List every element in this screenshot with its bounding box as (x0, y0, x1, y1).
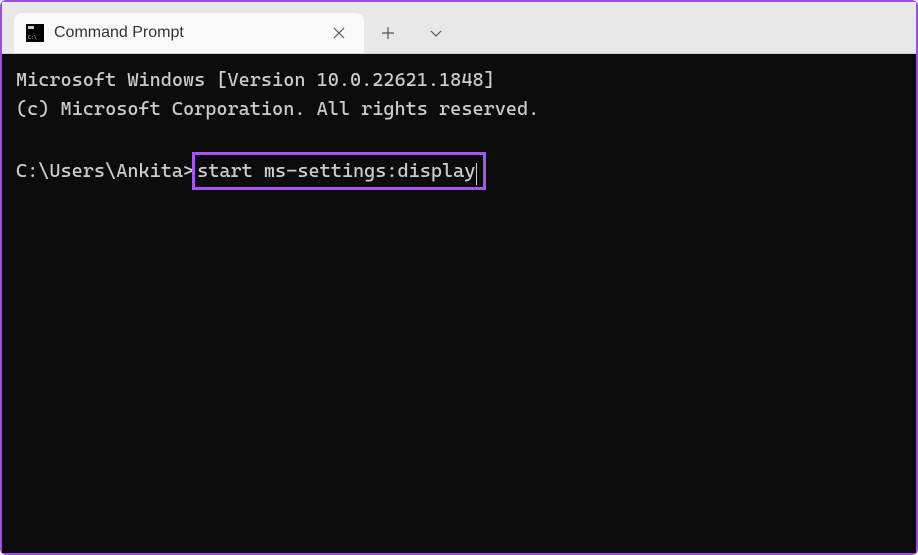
terminal-output[interactable]: Microsoft Windows [Version 10.0.22621.18… (2, 54, 916, 553)
tab-close-button[interactable] (326, 20, 352, 46)
command-highlight: start ms-settings:display (192, 152, 486, 191)
window-frame: Command Prompt Microsoft Windows [Versio… (2, 2, 916, 553)
chevron-down-icon (429, 26, 443, 40)
close-icon (333, 27, 345, 39)
prompt-path: C:\Users\Ankita> (16, 160, 194, 182)
titlebar-actions (364, 13, 460, 53)
cmd-icon (26, 24, 44, 42)
new-tab-button[interactable] (364, 13, 412, 53)
plus-icon (381, 26, 395, 40)
tab-command-prompt[interactable]: Command Prompt (14, 13, 364, 53)
text-cursor (476, 163, 477, 185)
tab-dropdown-button[interactable] (412, 13, 460, 53)
copyright-line: (c) Microsoft Corporation. All rights re… (16, 98, 539, 120)
titlebar: Command Prompt (2, 2, 916, 54)
tab-title: Command Prompt (54, 24, 316, 42)
command-text: start ms-settings:display (197, 160, 475, 182)
version-line: Microsoft Windows [Version 10.0.22621.18… (16, 69, 495, 91)
